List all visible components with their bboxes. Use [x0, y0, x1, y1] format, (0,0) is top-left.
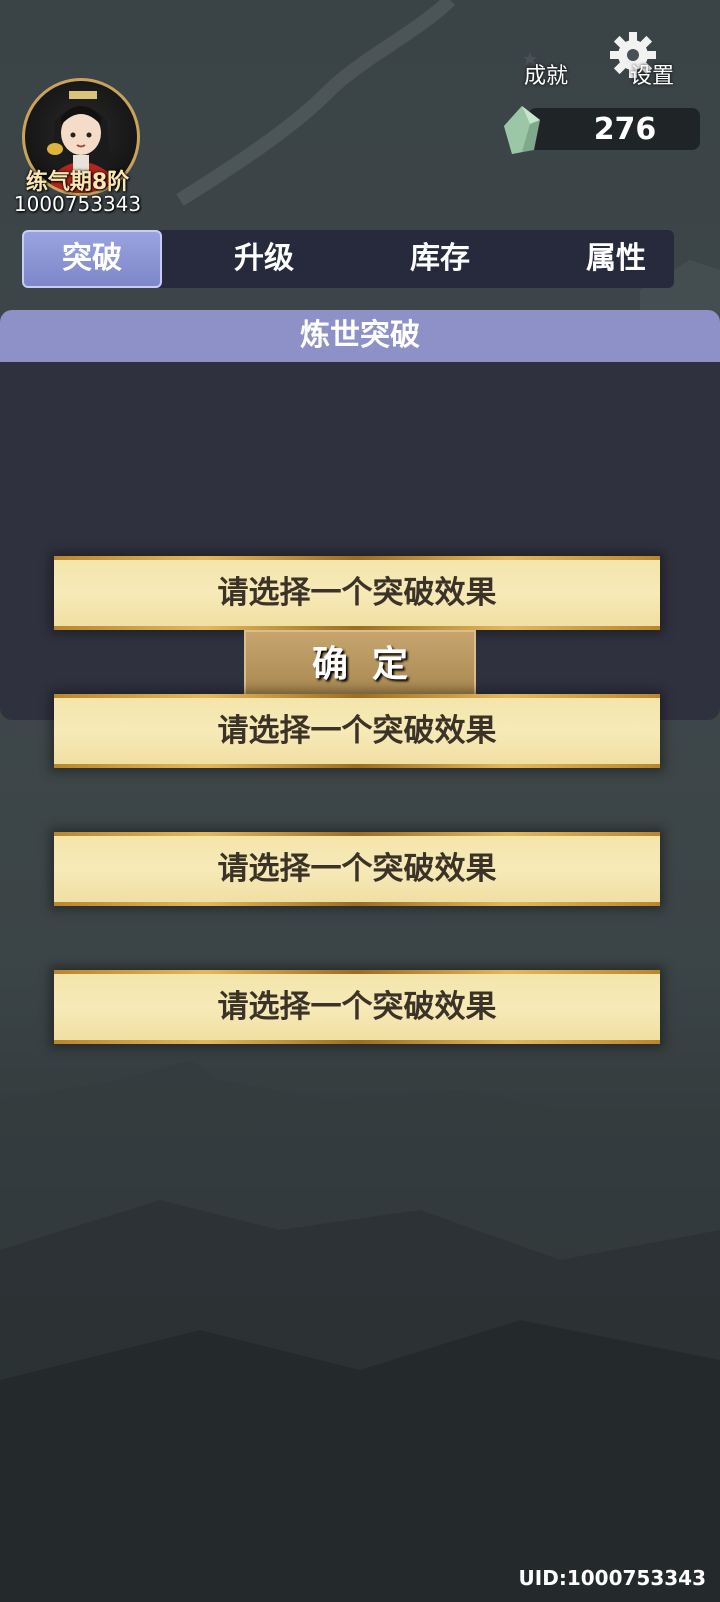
achievement-button[interactable]: 成就 — [506, 30, 586, 89]
tab-inventory[interactable]: 库存 — [370, 230, 510, 288]
main-tab-bar: 突破 升级 库存 属性 — [22, 230, 674, 288]
panel-title: 炼世突破 — [0, 310, 720, 362]
breakthrough-option-1[interactable]: 请选择一个突破效果 — [54, 556, 660, 630]
confirm-button[interactable]: 确定 — [244, 630, 476, 700]
uid-label: UID:1000753343 — [518, 1566, 706, 1590]
green-crystal-icon — [504, 106, 540, 154]
breakthrough-option-3[interactable]: 请选择一个突破效果 — [54, 832, 660, 906]
currency-value: 276 — [593, 112, 657, 147]
breakthrough-option-4[interactable]: 请选择一个突破效果 — [54, 970, 660, 1044]
breakthrough-option-2[interactable]: 请选择一个突破效果 — [54, 694, 660, 768]
settings-label: 设置 — [630, 64, 675, 89]
tab-upgrade[interactable]: 升级 — [194, 230, 334, 288]
tab-breakthrough[interactable]: 突破 — [22, 230, 162, 288]
tab-attributes[interactable]: 属性 — [546, 230, 686, 288]
settings-button[interactable]: 设置 — [608, 30, 688, 89]
player-id-label: 1000753343 — [13, 192, 142, 216]
achievement-label: 成就 — [524, 64, 569, 89]
